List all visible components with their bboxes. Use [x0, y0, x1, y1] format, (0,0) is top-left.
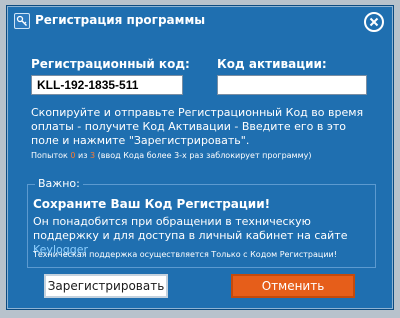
attempts-total: 3 — [90, 151, 96, 160]
close-icon — [369, 17, 379, 27]
attempts-counter: Попыток 0 из 3 (ввод Кода более 3-х раз … — [31, 151, 311, 160]
title-bar: Регистрация программы — [7, 6, 393, 36]
cancel-button[interactable]: Отменить — [231, 274, 355, 298]
activation-code-label: Код активации: — [217, 57, 327, 71]
registration-code-field[interactable] — [31, 75, 183, 95]
app-key-icon — [14, 13, 30, 29]
attempts-prefix: Попыток — [31, 151, 68, 160]
attempts-used: 0 — [70, 151, 76, 160]
screen-background: Регистрация программы Регистрационный ко… — [0, 0, 400, 318]
support-note: Техническая поддержка осуществляется Тол… — [33, 250, 337, 259]
window-title: Регистрация программы — [35, 13, 206, 27]
save-code-heading: Сохраните Ваш Код Регистрации! — [33, 197, 271, 211]
important-legend: Важно: — [35, 177, 83, 190]
attempts-of: из — [78, 151, 88, 160]
activation-code-field[interactable] — [217, 75, 367, 95]
save-code-text: Он понадобится при обращении в техническ… — [33, 215, 348, 242]
registration-code-label: Регистрационный код: — [31, 57, 190, 71]
attempts-note: (ввод Кода более 3-х раз заблокирует про… — [97, 151, 312, 160]
close-button[interactable] — [364, 12, 384, 32]
instructions-text: Скопируйте и отправьте Регистрационный К… — [31, 106, 364, 147]
register-button[interactable]: Зарегистрировать — [44, 274, 168, 298]
registration-dialog: Регистрация программы Регистрационный ко… — [6, 5, 394, 310]
